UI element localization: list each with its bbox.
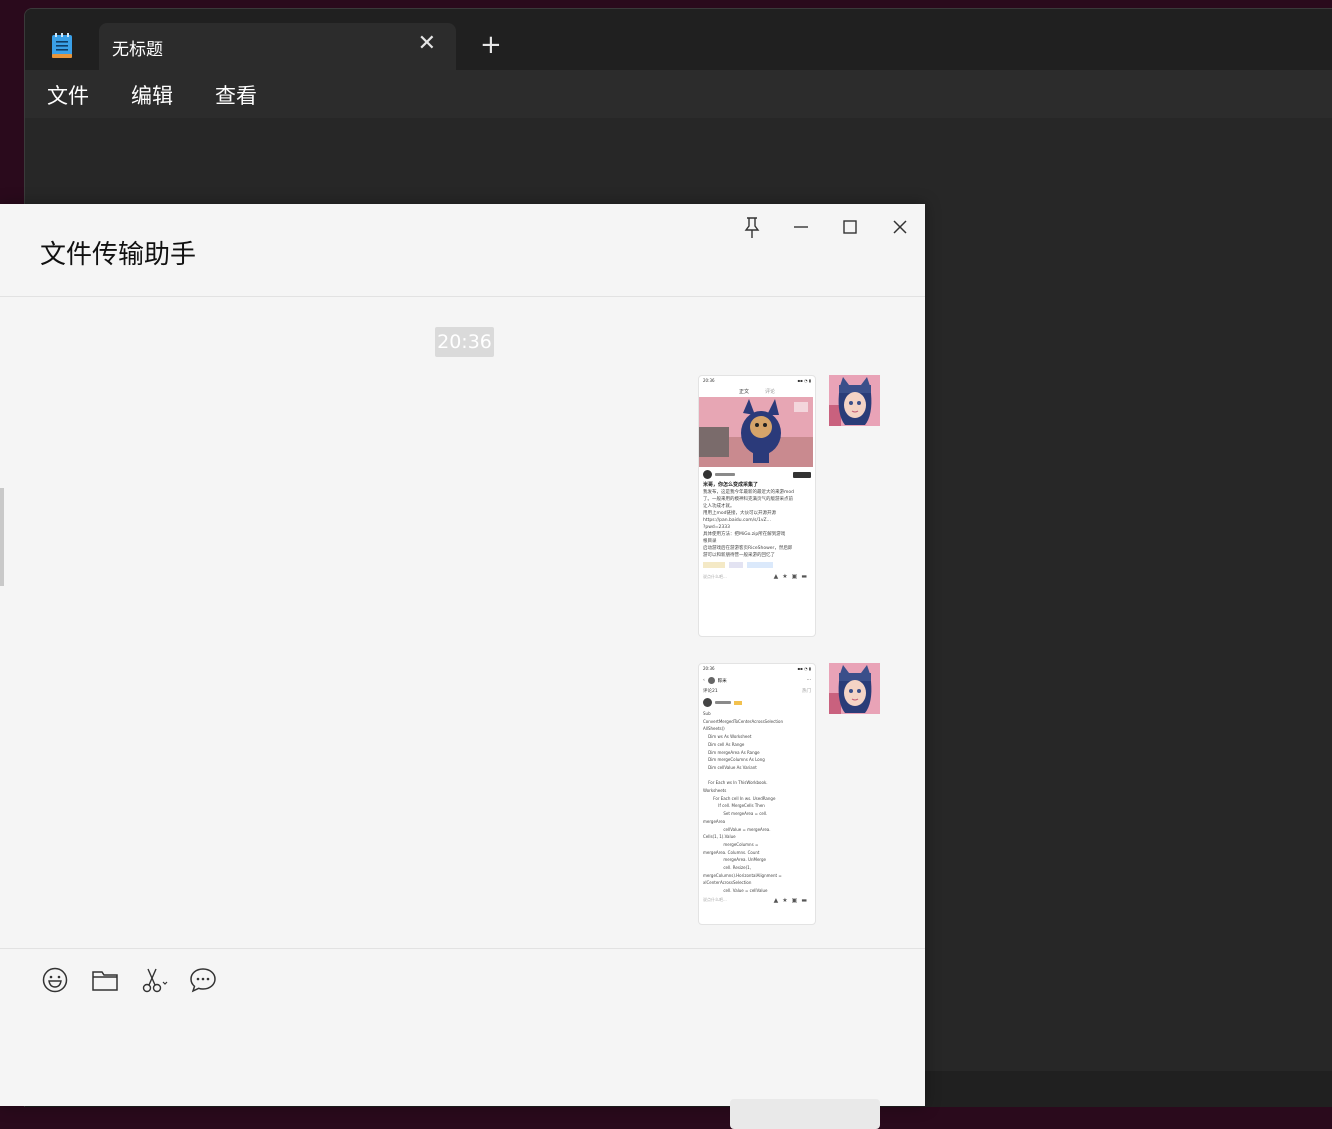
image-message[interactable]: 20:36 ▪▪ ◔ ▮ ‹ 粽米 ··· 评论21 热门 Sub Conver… xyxy=(698,663,816,925)
thumb-status-icons: ▪▪ ◔ ▮ xyxy=(797,378,811,383)
pin-icon[interactable] xyxy=(737,212,767,242)
menu-file[interactable]: 文件 xyxy=(47,80,89,110)
thumb-post-title: 米哥，你怎么变成采集了 xyxy=(703,482,759,488)
tab-untitled[interactable]: 无标题 ✕ xyxy=(99,23,456,70)
avatar[interactable] xyxy=(829,663,880,714)
thumb-comment-sort: 热门 xyxy=(802,689,811,694)
thumb-tab: 正文 xyxy=(738,389,749,395)
new-tab-button[interactable]: + xyxy=(480,32,502,58)
scissors-icon[interactable] xyxy=(139,965,169,995)
send-button[interactable] xyxy=(730,1099,880,1129)
thumb-post-text: 我发布，这是我今年最新的最近大的来游mod 了。一般来用的模神科克满页气的版游采… xyxy=(703,490,794,558)
maximize-icon[interactable] xyxy=(835,212,865,242)
message-input[interactable] xyxy=(0,1019,925,1129)
thumb-input-row: 说点什么吧... ▲★▣▬ xyxy=(699,895,815,906)
menu-view[interactable]: 查看 xyxy=(215,80,257,110)
thumb-input-placeholder: 说点什么吧... xyxy=(703,897,727,903)
thumb-post-image xyxy=(699,397,813,467)
thumb-author-avatar xyxy=(703,470,712,479)
thumb-input-placeholder: 说点什么吧... xyxy=(703,573,727,579)
thumb-status-bar: 20:36 ▪▪ ◔ ▮ xyxy=(699,376,815,386)
thumb-code-text: Sub ConvertMergedToCenterAcrossSelection… xyxy=(703,711,783,894)
thumb-tags xyxy=(699,559,815,571)
chat-window: 文件传输助手 20:36 20:36 ▪▪ ◔ ▮ 正文 评论 米哥，你怎么变成… xyxy=(0,204,925,1129)
thumb-action-icons: ▲★▣▬ xyxy=(773,896,811,904)
thumb-tab: 评论 xyxy=(765,389,776,395)
thumb-comment-header: 评论21 热门 xyxy=(699,687,815,695)
thumb-action-icons: ▲★▣▬ xyxy=(773,573,811,580)
thumb-header-row: ‹ 粽米 ··· xyxy=(703,677,811,684)
thumb-comment-count: 评论21 xyxy=(703,689,718,694)
chat-header: 文件传输助手 xyxy=(0,204,925,297)
message-timestamp: 20:36 xyxy=(435,327,494,357)
menu-edit[interactable]: 编辑 xyxy=(131,80,173,110)
chat-title: 文件传输助手 xyxy=(40,240,197,270)
avatar[interactable] xyxy=(829,375,880,426)
thumb-input-row: 说点什么吧... ▲★▣▬ xyxy=(699,571,815,582)
thumb-commenter-row xyxy=(699,695,815,710)
notepad-tab-bar: 无标题 ✕ + xyxy=(25,9,1332,70)
close-icon[interactable] xyxy=(885,212,915,242)
thumb-status-bar: 20:36 ▪▪ ◔ ▮ xyxy=(699,664,815,674)
message-list[interactable]: 20:36 20:36 ▪▪ ◔ ▮ 正文 评论 米哥，你怎么变成采集了 我发布… xyxy=(0,297,925,948)
minimize-icon[interactable] xyxy=(786,212,816,242)
thumb-author-name xyxy=(715,473,735,476)
thumb-author-name: 粽米 xyxy=(717,678,727,684)
image-message[interactable]: 20:36 ▪▪ ◔ ▮ 正文 评论 米哥，你怎么变成采集了 我发布，这是我今年… xyxy=(698,375,816,637)
thumb-status-icons: ▪▪ ◔ ▮ xyxy=(797,666,811,671)
input-toolbar xyxy=(0,949,925,1019)
chat-bubble-icon[interactable] xyxy=(188,965,218,995)
thumb-status-time: 20:36 xyxy=(703,666,715,671)
notepad-menu-bar: 文件 编辑 查看 xyxy=(25,70,1332,118)
notepad-icon xyxy=(52,33,72,58)
thumb-follow-button xyxy=(793,471,811,478)
folder-icon[interactable] xyxy=(90,965,120,995)
thumb-status-time: 20:36 xyxy=(703,378,715,383)
tab-title: 无标题 xyxy=(112,40,163,60)
thumb-tabs: 正文 评论 xyxy=(699,386,815,397)
tab-close-button[interactable]: ✕ xyxy=(418,33,436,55)
emoji-icon[interactable] xyxy=(40,965,70,995)
thumb-author-row xyxy=(699,467,815,482)
